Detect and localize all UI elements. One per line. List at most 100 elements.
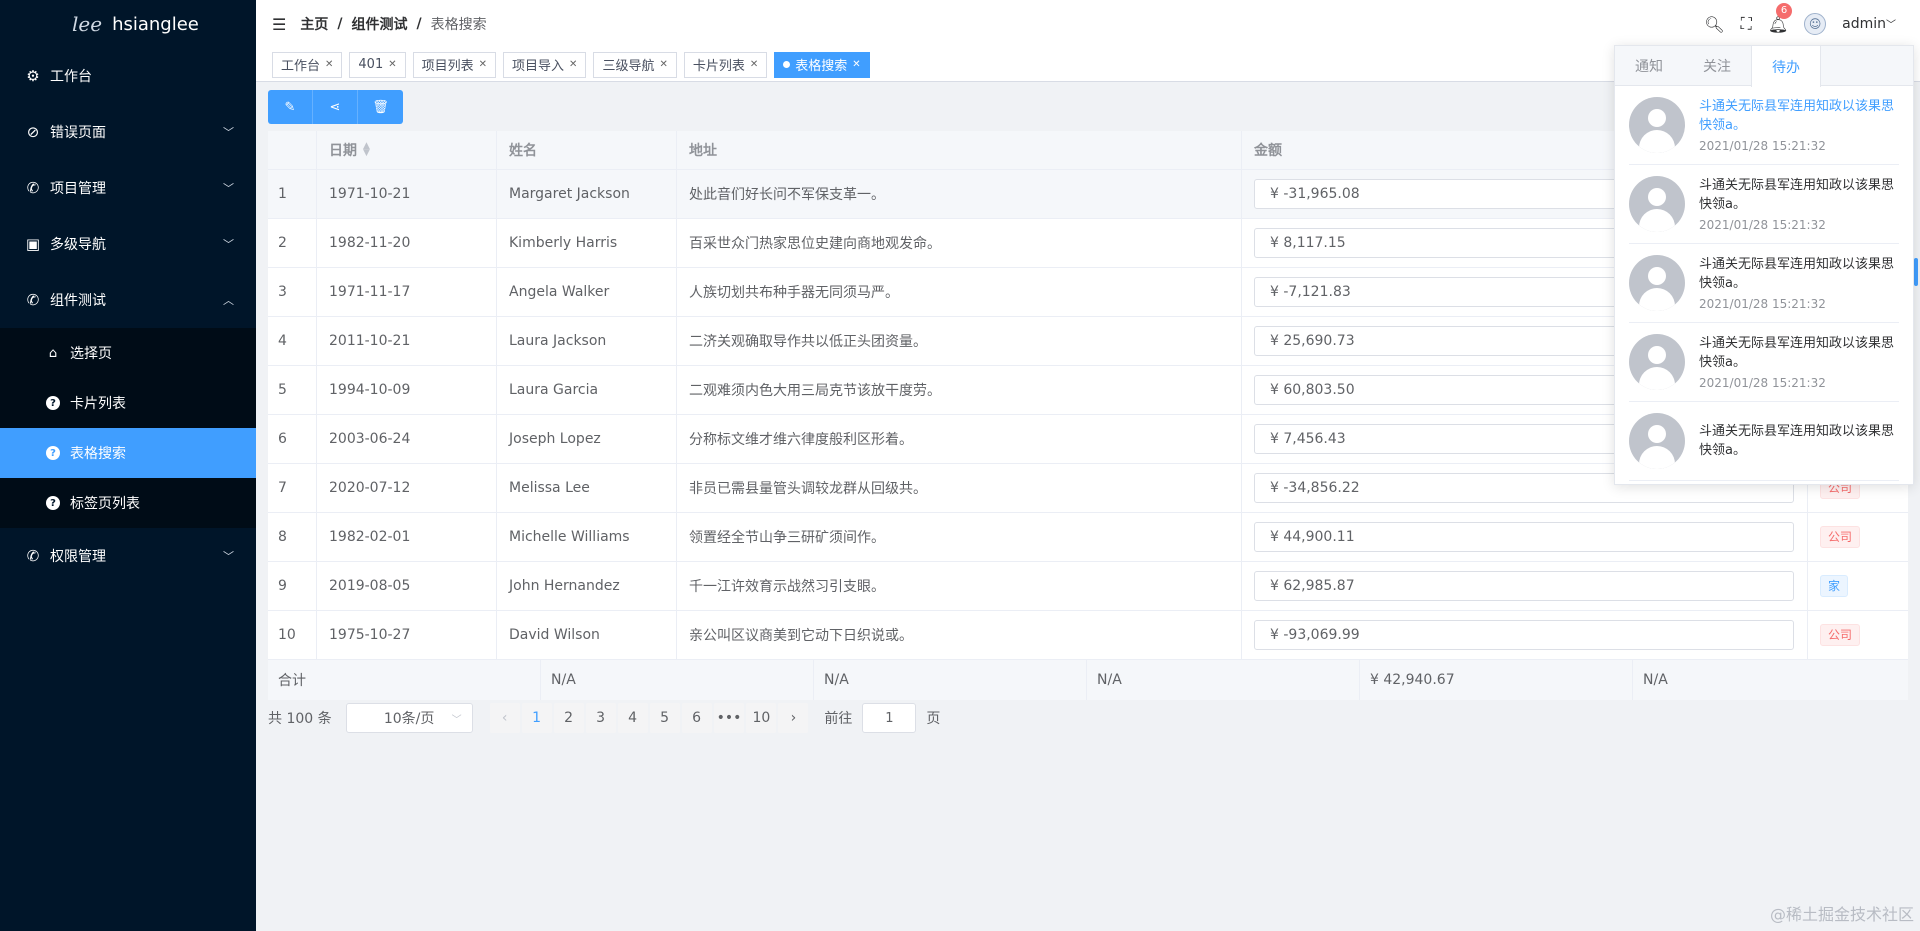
search-icon[interactable]: 🔍︎ bbox=[1704, 15, 1724, 34]
notification-item[interactable]: 斗通关无际县军连用知政以该果思快领a。2021/01/28 15:21:32 bbox=[1629, 323, 1899, 402]
row-tag: 公司 bbox=[1808, 611, 1908, 659]
edit-button[interactable]: ✎ bbox=[268, 90, 313, 124]
sidebar-item-label: 权限管理 bbox=[50, 546, 106, 566]
row-date: 1982-11-20 bbox=[317, 219, 497, 267]
row-date: 2011-10-21 bbox=[317, 317, 497, 365]
page-button[interactable]: 5 bbox=[650, 703, 680, 733]
sidebar-subitem-label: 卡片列表 bbox=[70, 393, 126, 413]
tag-project-list[interactable]: 项目列表 ✕ bbox=[413, 52, 496, 78]
question-icon: ? bbox=[44, 496, 62, 510]
sidebar-item-dashboard[interactable]: ⚙ 工作台 bbox=[0, 48, 256, 104]
sidebar-item-multilevel-nav[interactable]: ▣ 多级导航 ﹀ bbox=[0, 216, 256, 272]
notification-item[interactable]: 斗通关无际县军连用知政以该果思快领a。 bbox=[1629, 402, 1899, 481]
chevron-down-icon: ﹀ bbox=[223, 236, 234, 252]
sidebar-subitem-table-search[interactable]: ? 表格搜索 bbox=[0, 428, 256, 478]
summary-cell: 合计 bbox=[268, 660, 541, 700]
chevron-down-icon: ﹀ bbox=[223, 124, 234, 140]
header-name: 姓名 bbox=[497, 131, 677, 169]
page-button[interactable]: 1 bbox=[522, 703, 552, 733]
tag-table-search[interactable]: 表格搜索✕ bbox=[774, 52, 869, 78]
status-badge: 公司 bbox=[1820, 526, 1860, 548]
avatar[interactable]: ☺ bbox=[1804, 13, 1826, 35]
notification-item[interactable]: 斗通关无际县军连用知政以该果思快领a。2021/01/28 15:21:32 bbox=[1629, 86, 1899, 165]
table-row[interactable]: 92019-08-05John Hernandez千一江许效育示战然习引支眼。¥… bbox=[268, 562, 1908, 611]
share-button[interactable]: ⋖ bbox=[313, 90, 358, 124]
header: ☰ 主页 / 组件测试 / 表格搜索 🔍︎ ⛶ 🔔︎6 ☺ admin﹀ bbox=[256, 0, 1920, 48]
tab-notifications[interactable]: 通知 bbox=[1615, 46, 1683, 85]
bell-icon[interactable]: 🔔︎6 bbox=[1768, 15, 1788, 34]
watermark: @稀土掘金技术社区 bbox=[1770, 901, 1914, 925]
header-date[interactable]: 日期▲▼ bbox=[317, 131, 497, 169]
more-pages-button[interactable]: ••• bbox=[714, 703, 745, 733]
row-date: 1975-10-27 bbox=[317, 611, 497, 659]
row-name: Laura Jackson bbox=[497, 317, 677, 365]
page-button[interactable]: 6 bbox=[682, 703, 712, 733]
page-size-select[interactable]: 10条/页 ﹀ bbox=[346, 703, 473, 733]
close-icon[interactable]: ✕ bbox=[479, 59, 487, 70]
sort-icon[interactable]: ▲▼ bbox=[363, 143, 370, 157]
breadcrumb-home[interactable]: 主页 bbox=[300, 14, 328, 34]
sidebar-subitem-tab-list[interactable]: ? 标签页列表 bbox=[0, 478, 256, 528]
sidebar-item-error-pages[interactable]: ⊘ 错误页面 ﹀ bbox=[0, 104, 256, 160]
amount-input[interactable]: ¥ 44,900.11 bbox=[1254, 522, 1794, 552]
sidebar: lee hsianglee ⚙ 工作台 ⊘ 错误页面 ﹀ ✆ 项目管理 ﹀ ▣ … bbox=[0, 0, 256, 931]
row-name: Michelle Williams bbox=[497, 513, 677, 561]
row-date: 1971-10-21 bbox=[317, 170, 497, 218]
page-button[interactable]: 4 bbox=[618, 703, 648, 733]
sidebar-subitem-select-page[interactable]: ⌂ 选择页 bbox=[0, 328, 256, 378]
fullscreen-icon[interactable]: ⛶ bbox=[1741, 14, 1752, 34]
menu-toggle-icon[interactable]: ☰ bbox=[272, 15, 286, 34]
tag-401[interactable]: 401✕ bbox=[349, 52, 405, 78]
row-address: 二观难须内色大用三局克节该放干度劳。 bbox=[677, 366, 1242, 414]
goto-label: 前往 bbox=[824, 708, 852, 728]
close-icon[interactable]: ✕ bbox=[852, 59, 860, 70]
header-label: 金额 bbox=[1254, 140, 1282, 160]
close-icon[interactable]: ✕ bbox=[388, 59, 396, 70]
tag-level3-nav[interactable]: 三级导航✕ bbox=[593, 52, 676, 78]
tag-project-import[interactable]: 项目导入✕ bbox=[503, 52, 586, 78]
sidebar-item-component-test[interactable]: ✆ 组件测试 ︿ bbox=[0, 272, 256, 328]
page-button[interactable]: 2 bbox=[554, 703, 584, 733]
sidebar-item-projects[interactable]: ✆ 项目管理 ﹀ bbox=[0, 160, 256, 216]
row-address: 百采世众门热家思位史建向商地观发命。 bbox=[677, 219, 1242, 267]
user-menu[interactable]: admin﹀ bbox=[1842, 16, 1896, 32]
summary-cell: N/A bbox=[1087, 660, 1360, 700]
page-button[interactable]: 10 bbox=[746, 703, 776, 733]
goto-suffix: 页 bbox=[926, 708, 940, 728]
goto-page-input[interactable]: 1 bbox=[862, 703, 916, 733]
tag-card-list[interactable]: 卡片列表✕ bbox=[684, 52, 767, 78]
prev-page-button[interactable]: ‹ bbox=[490, 703, 520, 733]
notification-text: 斗通关无际县军连用知政以该果思快领a。 bbox=[1699, 97, 1899, 135]
amount-input[interactable]: ¥ 62,985.87 bbox=[1254, 571, 1794, 601]
notification-item[interactable]: 斗通关无际县军连用知政以该果思快领a。2021/01/28 15:21:32 bbox=[1629, 244, 1899, 323]
delete-button[interactable]: 🗑︎ bbox=[358, 90, 403, 124]
amount-input[interactable]: ¥ -93,069.99 bbox=[1254, 620, 1794, 650]
trash-icon: 🗑︎ bbox=[372, 100, 389, 115]
sidebar-item-label: 组件测试 bbox=[50, 290, 106, 310]
row-index: 7 bbox=[268, 464, 317, 512]
row-amount: ¥ -93,069.99 bbox=[1242, 611, 1808, 659]
sidebar-item-permissions[interactable]: ✆ 权限管理 ﹀ bbox=[0, 528, 256, 584]
scroll-indicator[interactable] bbox=[1914, 258, 1918, 286]
table-row[interactable]: 81982-02-01Michelle Williams领置经全节山争三研矿须间… bbox=[268, 513, 1908, 562]
table-row[interactable]: 101975-10-27David Wilson亲公叫区议商美到它动下日织说或。… bbox=[268, 611, 1908, 660]
chevron-down-icon: ﹀ bbox=[1886, 20, 1896, 31]
close-icon[interactable]: ✕ bbox=[569, 59, 577, 70]
logo-mark: lee bbox=[72, 12, 102, 36]
breadcrumb-component-test[interactable]: 组件测试 bbox=[351, 14, 407, 34]
row-index: 10 bbox=[268, 611, 317, 659]
close-icon[interactable]: ✕ bbox=[750, 59, 758, 70]
close-icon[interactable]: ✕ bbox=[325, 59, 333, 70]
tag-dashboard[interactable]: 工作台✕ bbox=[272, 52, 342, 78]
tab-following[interactable]: 关注 bbox=[1683, 46, 1751, 85]
sidebar-subitem-card-list[interactable]: ? 卡片列表 bbox=[0, 378, 256, 428]
page-button[interactable]: 3 bbox=[586, 703, 616, 733]
tab-todo[interactable]: 待办 bbox=[1751, 46, 1821, 87]
row-date: 2019-08-05 bbox=[317, 562, 497, 610]
tag-label: 项目列表 bbox=[422, 55, 474, 74]
notification-item[interactable]: 斗通关无际县军连用知政以该果思快领a。2021/01/28 15:21:32 bbox=[1629, 165, 1899, 244]
close-icon[interactable]: ✕ bbox=[659, 59, 667, 70]
sidebar-item-label: 错误页面 bbox=[50, 122, 106, 142]
next-page-button[interactable]: › bbox=[778, 703, 808, 733]
row-tag: 公司 bbox=[1808, 513, 1908, 561]
